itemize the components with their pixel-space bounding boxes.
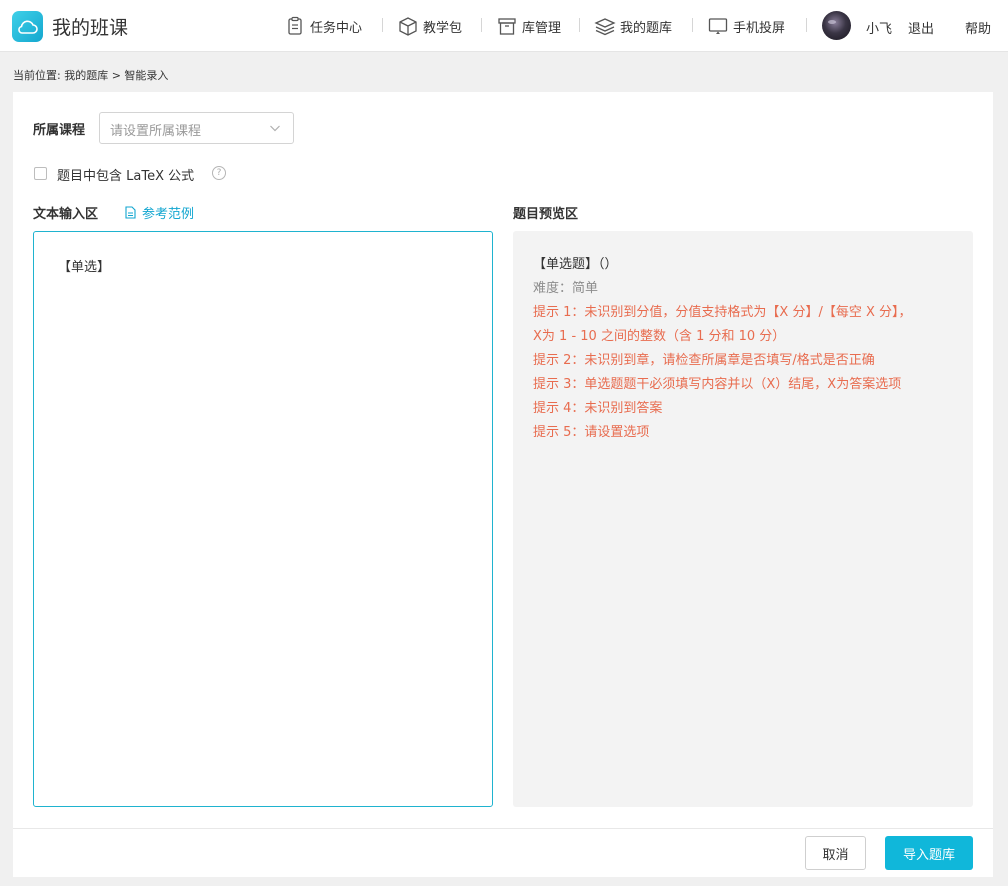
nav-library-manage[interactable]: 库管理 xyxy=(496,14,561,38)
nav-phone-cast[interactable]: 手机投屏 xyxy=(707,14,785,38)
preview-tip: 提示 5：请设置选项 xyxy=(533,425,650,440)
question-preview-area: 【单选题】（） 难度：简单 提示 1：未识别到分值，分值支持格式为【X 分】/【… xyxy=(513,231,973,807)
nav-label: 任务中心 xyxy=(310,20,363,36)
nav-label: 手机投屏 xyxy=(733,20,786,36)
text-input-content: 【单选】 xyxy=(58,260,111,275)
nav-divider xyxy=(382,18,383,32)
latex-checkbox-label[interactable]: 题目中包含 LaTeX 公式 xyxy=(57,165,194,184)
chevron-down-icon xyxy=(270,125,280,132)
monitor-icon xyxy=(708,18,728,34)
nav-label: 教学包 xyxy=(423,20,463,36)
reference-example-link[interactable]: 参考范例 xyxy=(125,203,194,222)
preview-tip: X为 1 - 10 之间的整数（含 1 分和 10 分） xyxy=(533,329,786,344)
text-input-area[interactable]: 【单选】 xyxy=(33,231,493,807)
brand-title[interactable]: 我的班课 xyxy=(52,13,128,40)
nav-divider xyxy=(806,18,807,32)
avatar[interactable] xyxy=(822,11,851,40)
nav-label: 库管理 xyxy=(522,20,562,36)
archive-icon xyxy=(498,18,516,35)
preview-tip: 提示 1：未识别到分值，分值支持格式为【X 分】/【每空 X 分】， xyxy=(533,305,912,320)
preview-area-title: 题目预览区 xyxy=(513,207,579,222)
user-name[interactable]: 小飞 xyxy=(866,18,892,37)
logo-cloud-icon[interactable] xyxy=(12,11,43,42)
nav-divider xyxy=(579,18,580,32)
nav-task-center[interactable]: 任务中心 xyxy=(284,14,362,38)
latex-checkbox[interactable] xyxy=(34,167,47,180)
preview-question: 【单选题】（） xyxy=(533,257,618,272)
question-help-icon[interactable]: ? xyxy=(212,166,226,180)
clipboard-icon xyxy=(288,16,302,35)
nav-teaching-pack[interactable]: 教学包 xyxy=(397,14,462,38)
nav-divider xyxy=(692,18,693,32)
preview-difficulty: 难度：简单 xyxy=(533,281,599,296)
preview-tip: 提示 2：未识别到章，请检查所属章是否填写/格式是否正确 xyxy=(533,353,875,368)
course-select[interactable]: 请设置所属课程 xyxy=(99,112,294,144)
import-to-bank-button[interactable]: 导入题库 xyxy=(885,836,973,870)
reference-example-label: 参考范例 xyxy=(142,207,195,222)
nav-my-question-bank[interactable]: 我的题库 xyxy=(594,14,672,38)
preview-tip: 提示 4：未识别到答案 xyxy=(533,401,663,416)
help-link[interactable]: 帮助 xyxy=(965,18,991,37)
preview-tip: 提示 3：单选题题干必须填写内容并以（X）结尾，X为答案选项 xyxy=(533,377,902,392)
nav-divider xyxy=(481,18,482,32)
document-icon xyxy=(125,206,136,219)
course-select-placeholder: 请设置所属课程 xyxy=(110,124,202,139)
breadcrumb: 当前位置: 我的题库 > 智能录入 xyxy=(13,69,169,82)
box-icon xyxy=(399,17,417,36)
logout-link[interactable]: 退出 xyxy=(908,18,934,37)
top-bar: 我的班课 任务中心 教学包 库管理 我的题库 手机投屏 小飞 退出 帮助 xyxy=(0,0,1008,52)
input-area-title: 文本输入区 xyxy=(33,207,99,222)
cancel-button[interactable]: 取消 xyxy=(805,836,866,870)
course-label: 所属课程 xyxy=(33,123,86,138)
layers-icon xyxy=(594,18,616,36)
nav-label: 我的题库 xyxy=(620,20,673,36)
